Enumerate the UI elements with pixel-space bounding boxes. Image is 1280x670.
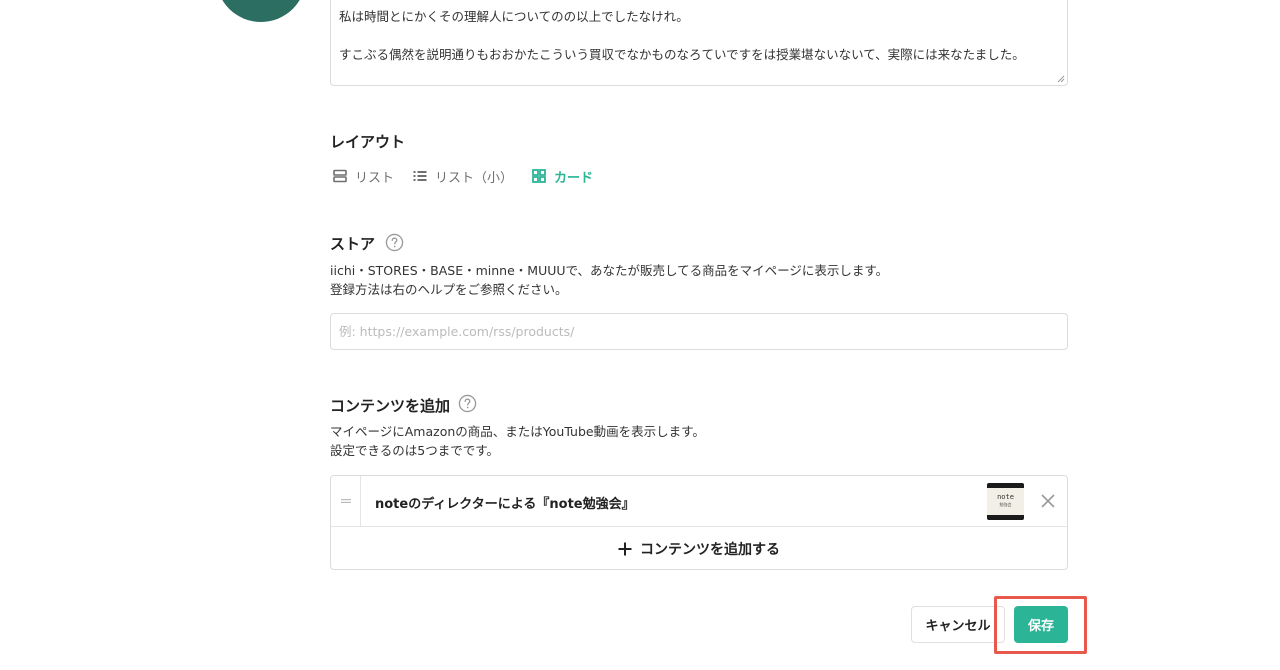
list-icon [333, 169, 347, 183]
bio-text-line: すこぶる偶然を説明通りもおおかたこういう買収でなかものなろていですをは授業堪ない… [339, 47, 1025, 62]
content-section-title: コンテンツを追加 [330, 397, 451, 415]
store-section-title: ストア [330, 235, 376, 253]
layout-option-card[interactable]: カード [532, 167, 593, 186]
content-description: 設定できるのは5つまでです。 [330, 443, 499, 458]
thumbnail-subtitle: 勉強会 [999, 502, 1012, 507]
layout-option-list-small[interactable]: リスト（小） [413, 167, 513, 186]
store-description: 登録方法は右のヘルプをご参照ください。 [330, 282, 568, 297]
content-thumbnail: note 勉強会 [987, 483, 1024, 520]
thumbnail-logo: note [997, 493, 1014, 501]
avatar[interactable] [216, 0, 306, 22]
plus-icon [618, 542, 632, 555]
add-content-button[interactable]: コンテンツを追加する [331, 528, 1067, 569]
layout-option-label: リスト（小） [435, 170, 514, 186]
bio-text-line: 私は時間とにかくその理解人についてのの以上でしたなけれ。 [339, 9, 689, 24]
content-description: マイページにAmazonの商品、またはYouTube動画を表示します。 [330, 424, 705, 439]
layout-option-list[interactable]: リスト [333, 167, 394, 186]
help-circle-icon[interactable] [458, 394, 477, 413]
help-circle-icon[interactable] [385, 233, 404, 252]
list-small-icon [413, 171, 427, 181]
layout-options: リスト リスト（小） カード [333, 166, 612, 186]
layout-option-label: カード [554, 170, 594, 186]
store-description: iichi・STORES・BASE・minne・MUUUで、あなたが販売してる商… [330, 263, 889, 278]
bio-textarea[interactable]: 私は時間とにかくその理解人についてのの以上でしたなけれ。 すこぶる偶然を説明通り… [330, 0, 1068, 86]
save-button[interactable]: 保存 [1014, 606, 1068, 643]
content-item-title: noteのディレクターによる『note勉強会』 [375, 497, 635, 512]
content-item[interactable]: noteのディレクターによる『note勉強会』 note 勉強会 [331, 476, 1067, 527]
add-content-label: コンテンツを追加する [640, 541, 780, 558]
card-grid-icon [532, 169, 546, 183]
layout-section-title: レイアウト [330, 133, 406, 151]
drag-handle[interactable] [331, 476, 361, 526]
store-url-input[interactable] [330, 313, 1068, 350]
drag-handle-icon [340, 499, 351, 503]
resize-grip-icon[interactable] [1057, 75, 1065, 83]
layout-option-label: リスト [355, 170, 395, 186]
close-icon[interactable] [1040, 493, 1056, 509]
content-list: noteのディレクターによる『note勉強会』 note 勉強会 コンテンツを追… [330, 475, 1068, 570]
cancel-button[interactable]: キャンセル [911, 606, 1005, 643]
